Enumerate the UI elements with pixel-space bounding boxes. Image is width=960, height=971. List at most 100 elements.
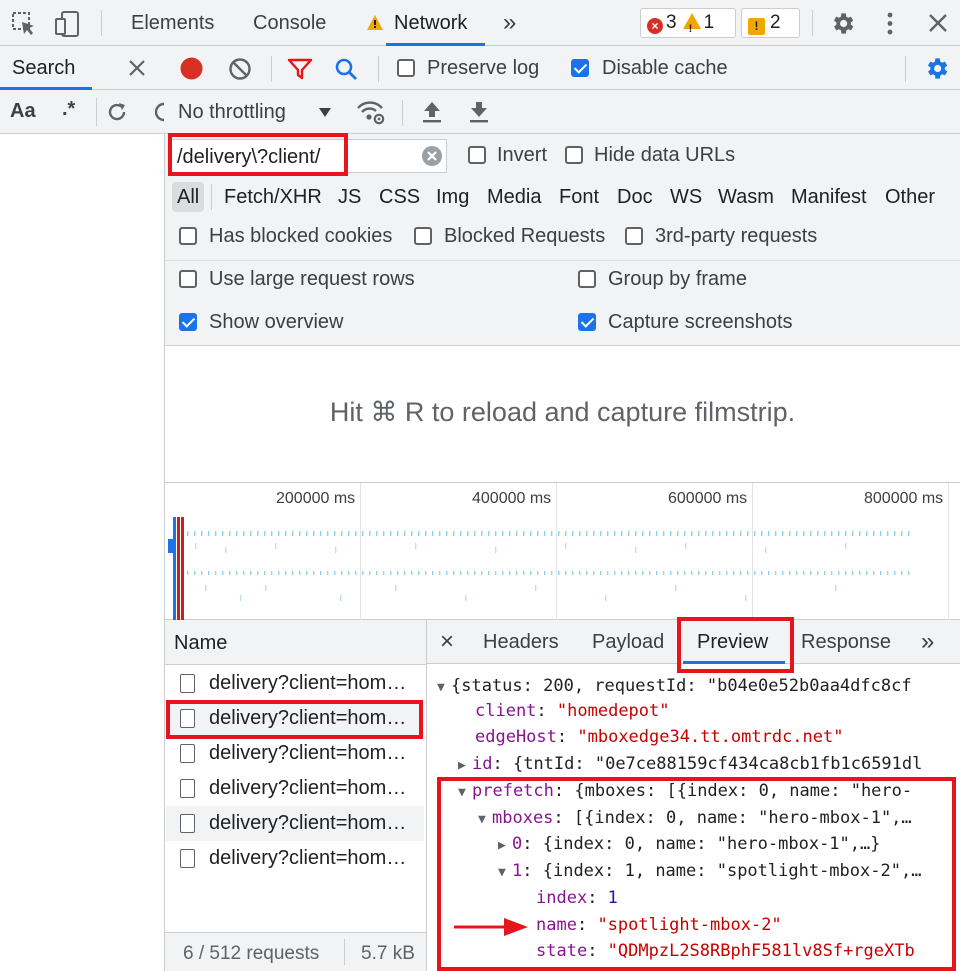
request-name: delivery?client=homedepot: [209, 812, 415, 834]
type-filter-css[interactable]: CSS: [379, 182, 420, 212]
regex-button[interactable]: .*: [62, 98, 75, 121]
request-list-header[interactable]: Name: [165, 620, 426, 665]
show-overview-label: Show overview: [209, 311, 344, 333]
name-column-header[interactable]: Name: [174, 632, 227, 655]
type-filter-other[interactable]: Other: [885, 182, 935, 212]
overview-selection: [168, 539, 176, 553]
clear-log-icon[interactable]: [228, 57, 252, 81]
search-icon[interactable]: [334, 57, 358, 81]
blocked-cookies-checkbox[interactable]: [179, 227, 197, 245]
network-settings-gear-icon[interactable]: [923, 55, 950, 82]
preserve-log-label: Preserve log: [427, 57, 540, 79]
request-row[interactable]: delivery?client=homedepot: [166, 841, 424, 876]
throttling-select[interactable]: No throttling: [178, 100, 286, 124]
tab-headers[interactable]: Headers: [483, 620, 559, 664]
blocked-requests-checkbox[interactable]: [414, 227, 432, 245]
type-filter-fetch-xhr[interactable]: Fetch/XHR: [224, 182, 322, 212]
request-name: delivery?client=homedepot: [209, 742, 415, 764]
chevron-down-icon[interactable]: [319, 108, 331, 117]
record-icon[interactable]: [179, 56, 204, 81]
type-filter-manifest[interactable]: Manifest: [791, 182, 867, 212]
group-by-frame-label: Group by frame: [608, 268, 747, 290]
device-toolbar-icon[interactable]: [54, 10, 82, 38]
filter-highlight-box: [168, 133, 348, 176]
network-conditions-icon[interactable]: [356, 100, 386, 126]
disable-cache-checkbox[interactable]: [571, 59, 589, 77]
preview-line[interactable]: ▶ id: {tntId: "0e7ce88159cf434ca8cb1fb1c6…: [458, 751, 956, 779]
tab-network-label: Network: [394, 12, 468, 34]
hide-data-urls-label: Hide data URLs: [594, 144, 736, 166]
devtools-tab-bar: Elements Console Network » × 3! 1 ! 2: [0, 0, 960, 46]
large-rows-checkbox[interactable]: [179, 270, 197, 288]
tab-response[interactable]: Response: [801, 620, 891, 664]
request-row[interactable]: delivery?client=homedepot: [166, 771, 424, 806]
preview-line: edgeHost: "mboxedge34.tt.omtrdc.net": [475, 727, 844, 747]
issue-icon: !: [748, 18, 765, 35]
tab-payload[interactable]: Payload: [592, 620, 664, 664]
tab-console[interactable]: Console: [253, 0, 326, 46]
group-by-frame-checkbox[interactable]: [578, 270, 596, 288]
warning-icon: [367, 15, 383, 30]
type-filter-doc[interactable]: Doc: [617, 182, 653, 212]
inspect-element-icon[interactable]: [11, 11, 37, 37]
search-panel-header: Search: [0, 46, 165, 90]
tab-network[interactable]: Network: [385, 0, 486, 46]
type-filter-font[interactable]: Font: [559, 182, 599, 212]
request-row[interactable]: delivery?client=homedepot: [166, 806, 424, 841]
request-name: delivery?client=homedepot: [209, 777, 415, 799]
transfer-size: 5.7 kB: [361, 943, 415, 964]
annotation-arrow-icon: [454, 918, 528, 936]
filter-icon[interactable]: [287, 58, 313, 80]
type-filter-media[interactable]: Media: [487, 182, 541, 212]
overview-timeline: 200000 ms 400000 ms 600000 ms 800000 ms: [165, 483, 960, 620]
request-row[interactable]: delivery?client=homedepot: [166, 736, 424, 771]
close-details-button[interactable]: ×: [440, 620, 454, 664]
invert-checkbox[interactable]: [468, 146, 486, 164]
hide-data-urls-checkbox[interactable]: [565, 146, 583, 164]
error-count: 3: [666, 12, 677, 33]
large-rows-label: Use large request rows: [209, 268, 415, 290]
capture-screenshots-checkbox[interactable]: [578, 313, 596, 331]
request-row[interactable]: delivery?client=homedepot: [166, 666, 424, 701]
request-name: delivery?client=homedepot: [209, 847, 415, 869]
settings-gear-icon[interactable]: [829, 10, 856, 37]
search-panel-title: Search: [12, 57, 76, 79]
refresh-icon[interactable]: [106, 101, 128, 123]
issues-counter[interactable]: × 3! 1: [640, 8, 736, 38]
tab-elements[interactable]: Elements: [131, 0, 214, 46]
blocked-cookies-label: Has blocked cookies: [209, 225, 393, 247]
network-toolbar: Preserve log Disable cache: [165, 46, 960, 90]
third-party-checkbox[interactable]: [625, 227, 643, 245]
request-list-footer: 6 / 512 requests 5.7 kB: [165, 932, 426, 971]
issues-badge[interactable]: ! 2: [741, 8, 800, 38]
warning-count-icon: !: [682, 13, 701, 35]
show-overview-checkbox[interactable]: [179, 313, 197, 331]
preview-line[interactable]: ▼ {status: 200, requestId: "b04e0e52b0aa4…: [437, 673, 956, 701]
preview-line: client: "homedepot": [475, 701, 670, 721]
import-har-icon[interactable]: [421, 100, 443, 124]
clear-filter-icon[interactable]: [421, 145, 443, 167]
prefetch-highlight-box: [437, 777, 956, 971]
search-options-bar: Aa .*: [0, 90, 165, 134]
more-detail-tabs-button[interactable]: »: [921, 620, 934, 664]
type-filter-js[interactable]: JS: [338, 182, 361, 212]
clear-search-icon[interactable]: [150, 101, 165, 123]
load-marker: [177, 517, 180, 620]
export-har-icon[interactable]: [468, 100, 490, 124]
type-filter-wasm[interactable]: Wasm: [718, 182, 774, 212]
type-filter-img[interactable]: Img: [436, 182, 469, 212]
type-filter-ws[interactable]: WS: [670, 182, 702, 212]
more-tabs-button[interactable]: »: [503, 0, 516, 46]
preserve-log-checkbox[interactable]: [397, 59, 415, 77]
type-filter-all[interactable]: All: [172, 182, 205, 212]
match-case-button[interactable]: Aa: [10, 100, 36, 123]
error-icon: ×: [647, 18, 663, 34]
throttling-toolbar: No throttling: [165, 90, 960, 134]
more-options-icon[interactable]: [880, 11, 900, 36]
close-devtools-icon[interactable]: [928, 13, 948, 33]
request-count: 6 / 512 requests: [183, 943, 320, 964]
preview-tab-highlight: [677, 617, 794, 673]
invert-label: Invert: [497, 144, 548, 166]
close-search-icon[interactable]: [128, 59, 146, 77]
blocked-requests-label: Blocked Requests: [444, 225, 606, 247]
